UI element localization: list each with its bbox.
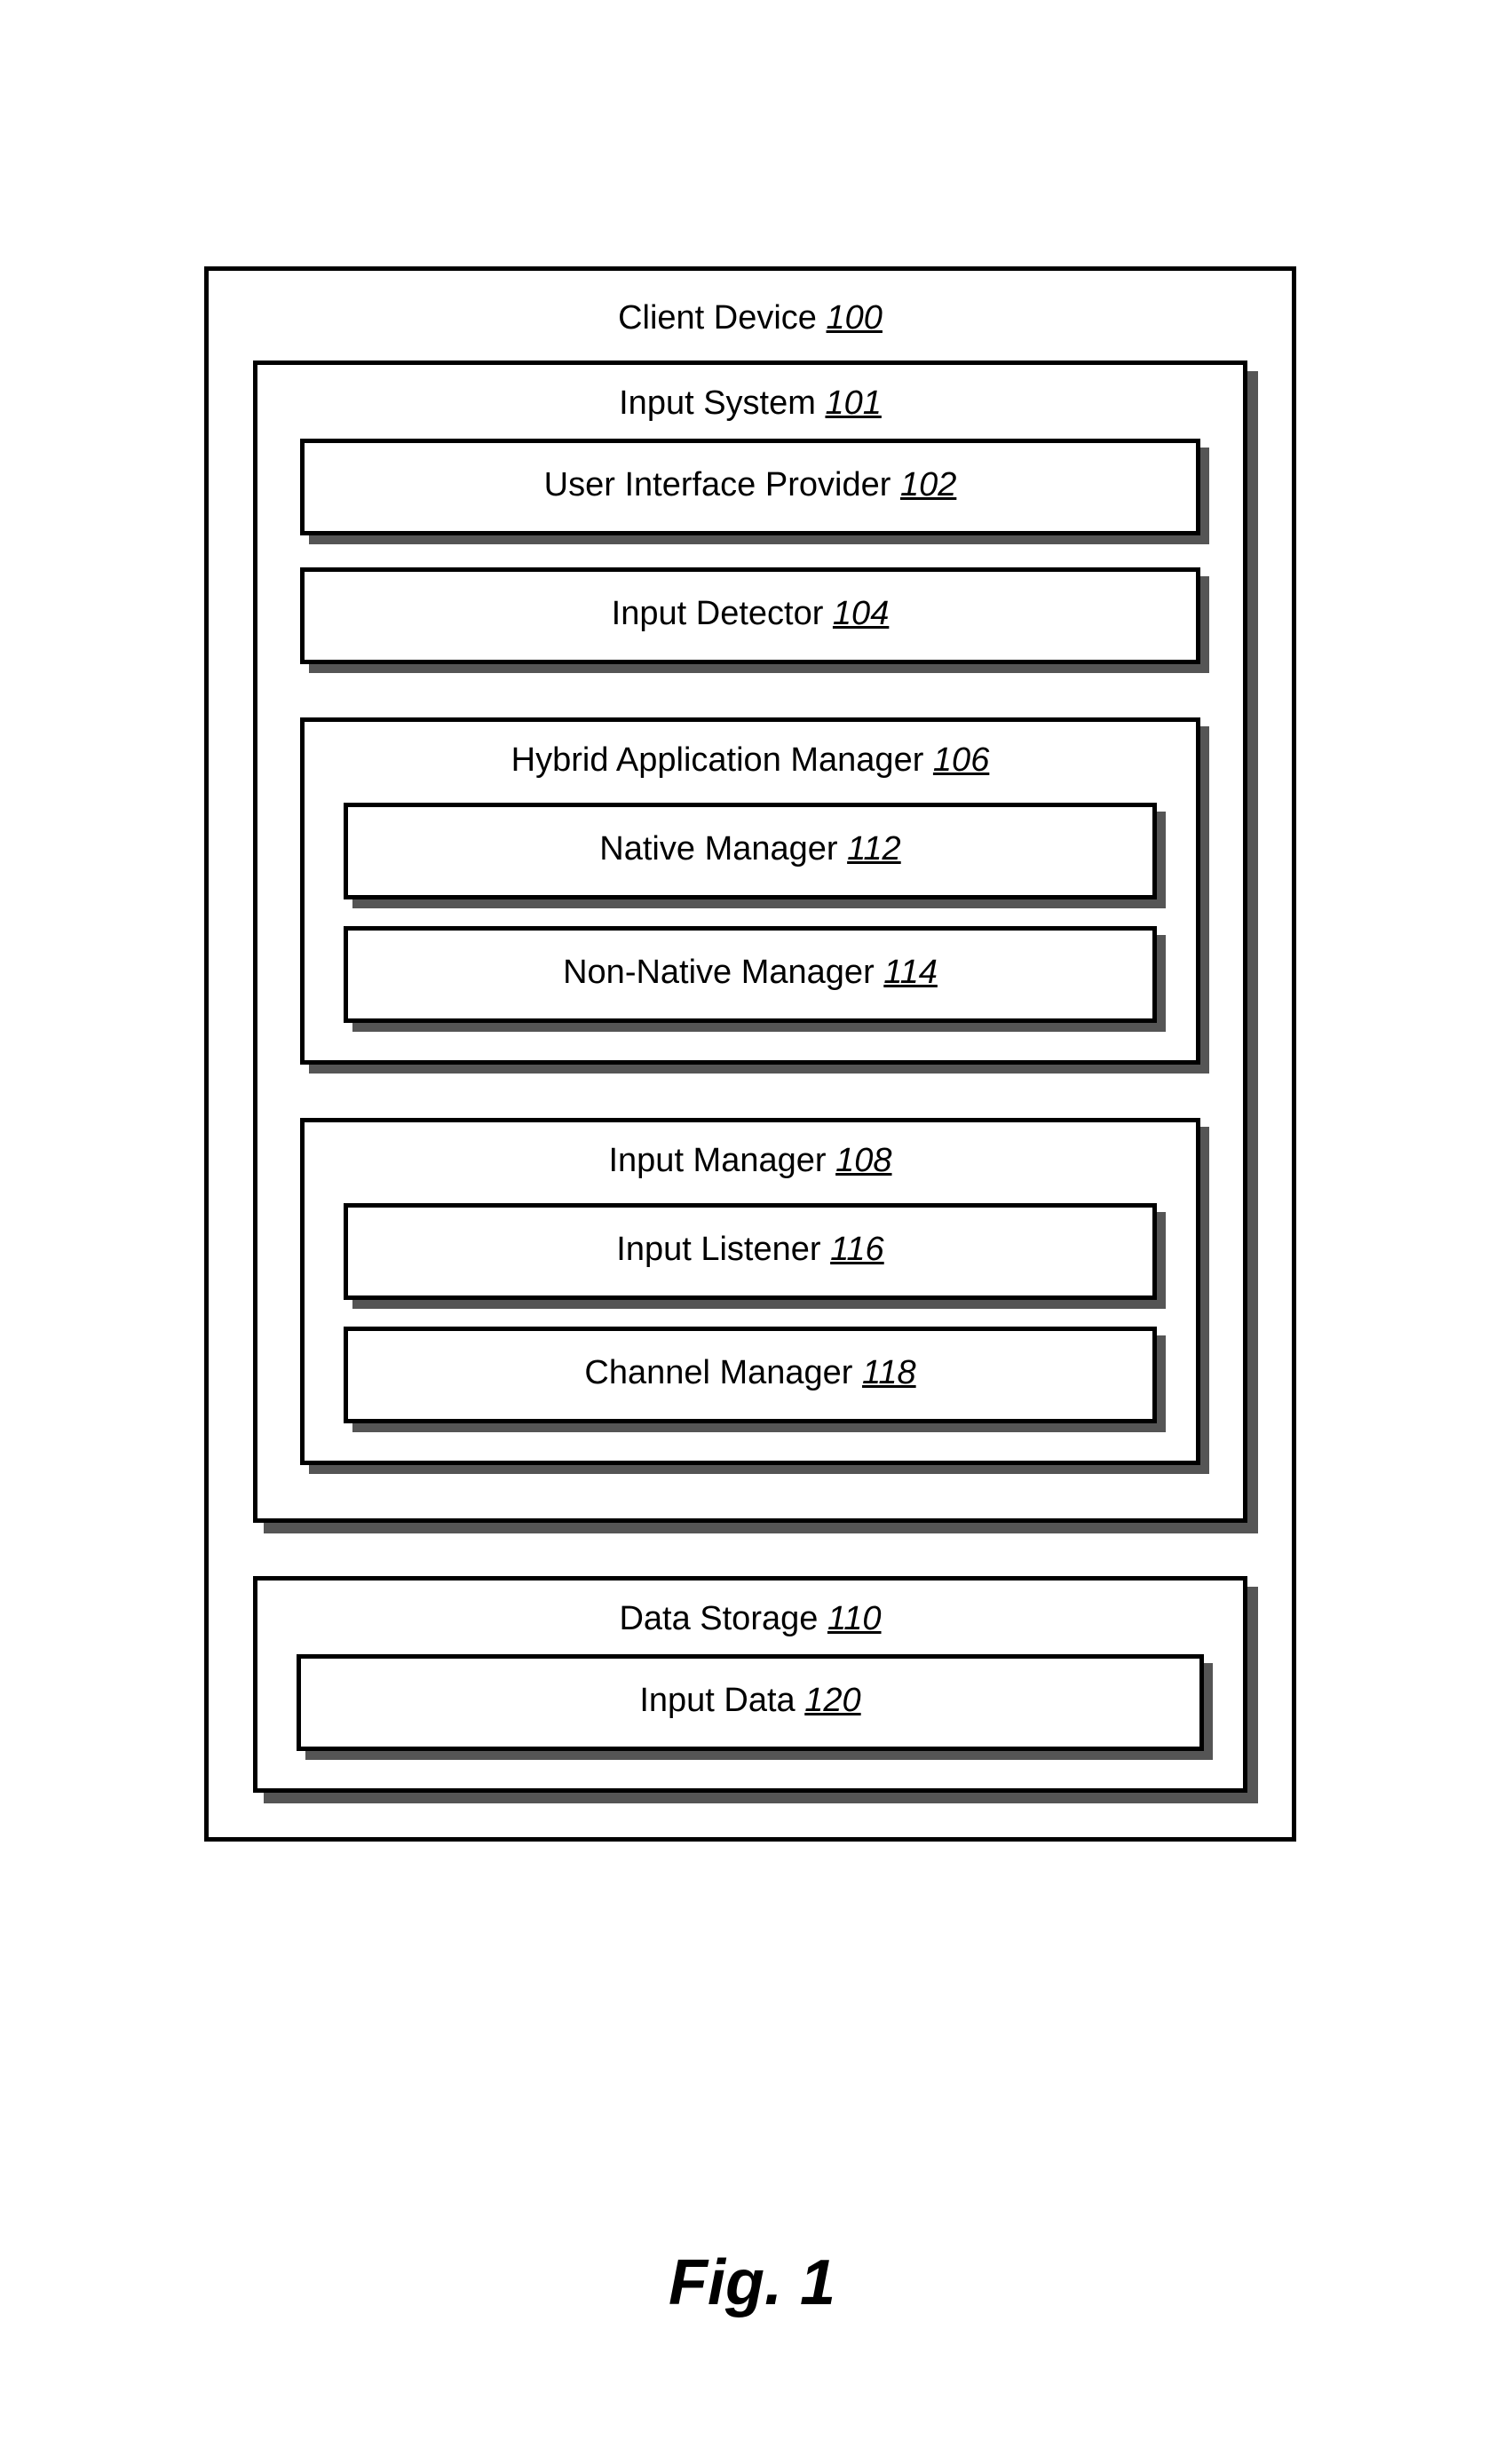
input-listener-label: Input Listener [616,1231,820,1268]
input-data-label: Input Data [639,1682,795,1719]
ui-provider-box: User Interface Provider 102 [300,439,1200,535]
non-native-mgr-box: Non-Native Manager 114 [344,926,1157,1023]
data-storage-label: Data Storage [619,1600,818,1637]
input-mgr-title: Input Manager 108 [608,1142,891,1180]
input-data-box: Input Data 120 [297,1654,1204,1751]
client-device-box: Client Device 100 Input System 101 User … [204,266,1296,1842]
input-data-title: Input Data 120 [639,1682,860,1720]
input-listener-ref: 116 [830,1231,884,1268]
ui-provider-title: User Interface Provider 102 [544,466,957,504]
input-detector-label: Input Detector [612,595,824,632]
channel-mgr-label: Channel Manager [584,1354,852,1391]
non-native-mgr-title: Non-Native Manager 114 [563,954,938,992]
data-storage-box: Data Storage 110 Input Data 120 [253,1576,1247,1793]
client-device-title: Client Device 100 [618,299,883,337]
client-device-label: Client Device [618,299,817,337]
native-mgr-ref: 112 [847,830,901,868]
data-storage-ref: 110 [827,1600,882,1637]
input-mgr-box: Input Manager 108 Input Listener 116 Cha… [300,1118,1200,1465]
channel-mgr-ref: 118 [862,1354,916,1391]
hybrid-app-mgr-title: Hybrid Application Manager 106 [511,741,990,780]
input-mgr-label: Input Manager [608,1142,826,1179]
input-detector-ref: 104 [833,595,889,632]
figure-caption: Fig. 1 [0,2246,1504,2319]
ui-provider-label: User Interface Provider [544,466,891,503]
input-system-label: Input System [619,384,816,422]
native-mgr-box: Native Manager 112 [344,803,1157,899]
input-data-ref: 120 [804,1682,860,1719]
input-mgr-ref: 108 [835,1142,891,1179]
non-native-mgr-label: Non-Native Manager [563,954,875,991]
native-mgr-title: Native Manager 112 [599,830,900,868]
input-system-ref: 101 [825,384,881,422]
ui-provider-ref: 102 [900,466,956,503]
input-system-title: Input System 101 [619,384,882,423]
input-detector-box: Input Detector 104 [300,567,1200,664]
input-listener-title: Input Listener 116 [616,1231,883,1269]
channel-mgr-box: Channel Manager 118 [344,1327,1157,1423]
channel-mgr-title: Channel Manager 118 [584,1354,915,1392]
hybrid-app-mgr-ref: 106 [933,741,989,779]
non-native-mgr-ref: 114 [883,954,938,991]
hybrid-app-mgr-box: Hybrid Application Manager 106 Native Ma… [300,717,1200,1065]
client-device-ref: 100 [827,299,883,337]
input-listener-box: Input Listener 116 [344,1203,1157,1300]
input-system-box: Input System 101 User Interface Provider… [253,360,1247,1523]
data-storage-title: Data Storage 110 [619,1600,881,1638]
hybrid-app-mgr-label: Hybrid Application Manager [511,741,924,779]
native-mgr-label: Native Manager [599,830,837,868]
input-detector-title: Input Detector 104 [612,595,890,633]
